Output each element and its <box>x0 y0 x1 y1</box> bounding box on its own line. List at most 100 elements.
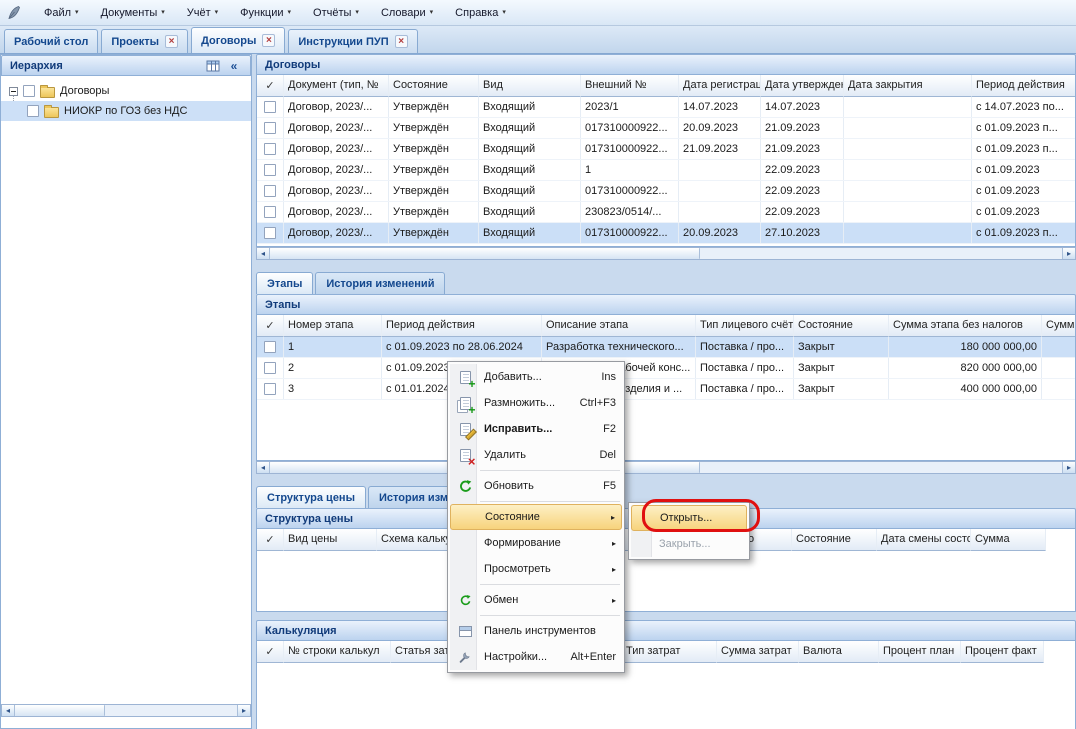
table-row[interactable]: Договор, 2023/...УтверждёнВходящий230823… <box>257 202 1075 223</box>
scroll-left-icon[interactable]: ◂ <box>257 248 270 259</box>
men u-item-exchange[interactable]: Обмен ▸ <box>450 587 622 613</box>
menu-item-edit[interactable]: Исправить... F2 <box>450 416 622 442</box>
select-all-header[interactable]: ✓ <box>257 315 284 337</box>
menu-item-toolbar[interactable]: Панель инструментов <box>450 618 622 644</box>
row-checkbox[interactable] <box>264 341 276 353</box>
table-row[interactable]: Договор, 2023/...УтверждёнВходящий122.09… <box>257 160 1075 181</box>
table-row[interactable]: 2с 01.09.2023 по ...Выполнение рабочей к… <box>257 358 1075 379</box>
close-tab-icon[interactable]: × <box>395 35 408 48</box>
menu-documents[interactable]: Документы▾ <box>101 7 165 19</box>
column-header[interactable]: о <box>744 529 792 551</box>
node-checkbox[interactable] <box>23 85 35 97</box>
column-header[interactable]: Дата утверждения <box>761 75 844 97</box>
column-header[interactable]: Состояние <box>389 75 479 97</box>
table-row[interactable]: 3с 01.01.2024 по ...Изготовление изделия… <box>257 379 1075 400</box>
table-row[interactable]: Договор, 2023/...УтверждёнВходящий017310… <box>257 223 1075 244</box>
column-header[interactable]: Дата закрытия <box>844 75 972 97</box>
column-header[interactable]: Сумма <box>971 529 1046 551</box>
column-header[interactable]: Процент факт <box>961 641 1044 663</box>
menu-file[interactable]: Файл▾ <box>44 7 79 19</box>
column-header[interactable]: Тип затрат <box>622 641 717 663</box>
scrollbar-thumb[interactable] <box>15 705 105 716</box>
row-checkbox[interactable] <box>264 101 276 113</box>
calculation-table[interactable]: ✓№ строки калькулСтатья затратТип затрат… <box>256 641 1076 729</box>
submenu-item-open[interactable]: Открыть... <box>631 505 747 531</box>
row-checkbox[interactable] <box>264 185 276 197</box>
stages-table[interactable]: ✓Номер этапаПериод действияОписание этап… <box>256 315 1076 461</box>
tree-node-label[interactable]: НИОКР по ГОЗ без НДС <box>64 105 187 117</box>
table-row[interactable]: Договор, 2023/...УтверждёнВходящий2023/1… <box>257 97 1075 118</box>
column-header[interactable]: Состояние <box>792 529 877 551</box>
menu-item-delete[interactable]: Удалить Del <box>450 442 622 468</box>
column-header[interactable]: № строки калькул <box>284 641 391 663</box>
horizontal-scrollbar[interactable]: ◂ ▸ <box>1 704 251 717</box>
row-checkbox[interactable] <box>264 143 276 155</box>
scroll-right-icon[interactable]: ▸ <box>1062 248 1075 259</box>
scroll-left-icon[interactable]: ◂ <box>257 462 270 473</box>
column-header[interactable]: Сумма затрат <box>717 641 799 663</box>
column-header[interactable]: Тип лицевого счёт <box>696 315 794 337</box>
table-row[interactable]: Договор, 2023/...УтверждёнВходящий017310… <box>257 181 1075 202</box>
column-header[interactable]: Документ (тип, № <box>284 75 389 97</box>
row-checkbox[interactable] <box>264 362 276 374</box>
collapse-node-icon[interactable] <box>9 87 18 96</box>
scrollbar-thumb[interactable] <box>270 248 700 259</box>
menu-item-formation[interactable]: Формирование ▸ <box>450 530 622 556</box>
select-all-header[interactable]: ✓ <box>257 529 284 551</box>
node-checkbox[interactable] <box>27 105 39 117</box>
menu-item-refresh[interactable]: Обновить F5 <box>450 473 622 499</box>
menu-item-state[interactable]: Состояние ▸ <box>450 504 622 530</box>
column-header[interactable]: Вид <box>479 75 581 97</box>
row-checkbox[interactable] <box>264 122 276 134</box>
column-header[interactable]: Внешний № <box>581 75 679 97</box>
contracts-table[interactable]: ✓Документ (тип, №СостояниеВидВнешний №Да… <box>256 75 1076 247</box>
row-checkbox[interactable] <box>264 383 276 395</box>
close-tab-icon[interactable]: × <box>165 35 178 48</box>
tab-pup-instructions[interactable]: Инструкции ПУП× <box>288 29 417 53</box>
tab-contracts[interactable]: Договоры× <box>191 27 285 53</box>
column-header[interactable]: Процент план <box>879 641 961 663</box>
tab-change-history[interactable]: История изменений <box>315 272 445 294</box>
scroll-left-icon[interactable]: ◂ <box>2 705 15 716</box>
table-row[interactable]: Договор, 2023/...УтверждёнВходящий017310… <box>257 118 1075 139</box>
tab-projects[interactable]: Проекты× <box>101 29 188 53</box>
column-header[interactable]: Номер этапа <box>284 315 382 337</box>
close-tab-icon[interactable]: × <box>262 34 275 47</box>
tab-stages[interactable]: Этапы <box>256 272 313 294</box>
menu-item-duplicate[interactable]: Размножить... Ctrl+F3 <box>450 390 622 416</box>
tab-desktop[interactable]: Рабочий стол <box>4 29 98 53</box>
select-all-header[interactable]: ✓ <box>257 641 284 663</box>
column-header[interactable]: Описание этапа <box>542 315 696 337</box>
column-header[interactable]: Сумма <box>1042 315 1076 337</box>
tree-node-niokr[interactable]: НИОКР по ГОЗ без НДС <box>1 101 251 121</box>
scroll-right-icon[interactable]: ▸ <box>237 705 250 716</box>
menu-dictionaries[interactable]: Словари▾ <box>381 7 433 19</box>
horizontal-scrollbar[interactable]: ◂ ▸ <box>256 247 1076 260</box>
column-header[interactable]: Период действия <box>382 315 542 337</box>
menu-item-settings[interactable]: Настройки... Alt+Enter <box>450 644 622 670</box>
table-row[interactable]: Договор, 2023/...УтверждёнВходящий017310… <box>257 139 1075 160</box>
column-header[interactable]: Дата регистрации <box>679 75 761 97</box>
menu-item-add[interactable]: Добавить... Ins <box>450 364 622 390</box>
menu-reports[interactable]: Отчёты▾ <box>313 7 359 19</box>
menu-accounting[interactable]: Учёт▾ <box>187 7 218 19</box>
tree-node-label[interactable]: Договоры <box>60 85 109 97</box>
column-header[interactable]: Валюта <box>799 641 879 663</box>
menu-functions[interactable]: Функции▾ <box>240 7 291 19</box>
column-header[interactable]: Период действия <box>972 75 1076 97</box>
row-checkbox[interactable] <box>264 206 276 218</box>
column-header[interactable]: Вид цены <box>284 529 377 551</box>
menu-help[interactable]: Справка▾ <box>455 7 506 19</box>
tab-price-structure[interactable]: Структура цены <box>256 486 366 508</box>
grid-search-icon[interactable] <box>205 58 221 74</box>
menu-item-view[interactable]: Просмотреть ▸ <box>450 556 622 582</box>
row-checkbox[interactable] <box>264 227 276 239</box>
column-header[interactable]: Дата смены состоя <box>877 529 971 551</box>
column-header[interactable]: Состояние <box>794 315 889 337</box>
select-all-header[interactable]: ✓ <box>257 75 284 97</box>
scroll-right-icon[interactable]: ▸ <box>1062 462 1075 473</box>
column-header[interactable]: Сумма этапа без налогов <box>889 315 1042 337</box>
tree-node-contracts[interactable]: Договоры <box>1 81 251 101</box>
collapse-panel-icon[interactable]: « <box>226 58 242 74</box>
table-row[interactable]: 1с 01.09.2023 по 28.06.2024Разработка те… <box>257 337 1075 358</box>
